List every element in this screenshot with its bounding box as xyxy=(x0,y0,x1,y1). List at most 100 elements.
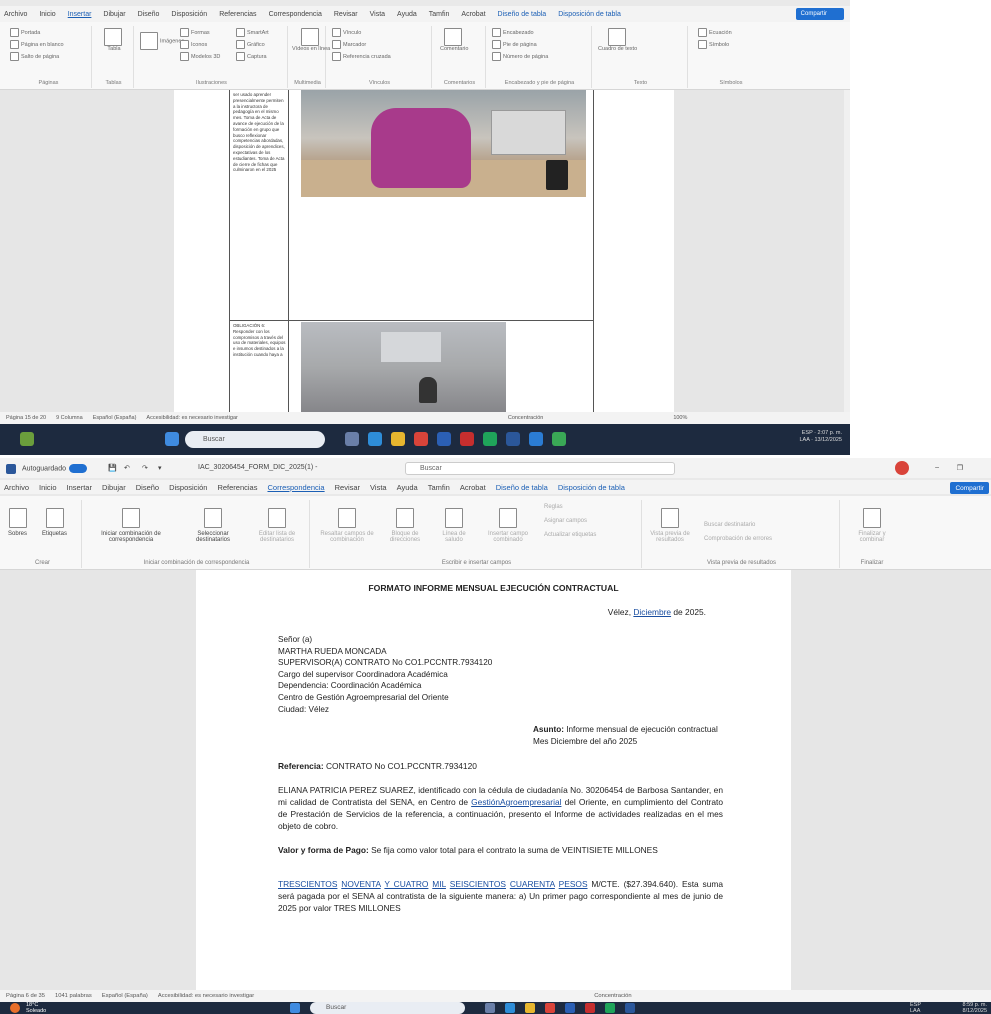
highlight-fields-button[interactable]: Resaltar campos de combinación xyxy=(316,508,378,543)
autosave[interactable]: Autoguardado xyxy=(22,464,90,473)
focus-mode[interactable]: Concentración xyxy=(594,993,631,999)
chrome-icon[interactable] xyxy=(545,1003,555,1013)
taskview-icon[interactable] xyxy=(345,432,359,446)
word-icon[interactable] xyxy=(506,432,520,446)
textbox-button[interactable]: Cuadro de texto xyxy=(598,28,637,52)
folder-icon[interactable] xyxy=(391,432,405,446)
status-page[interactable]: Página 15 de 20 xyxy=(6,415,46,421)
whatsapp-icon[interactable] xyxy=(483,432,497,446)
menu-dibujar[interactable]: Dibujar xyxy=(102,483,126,492)
menu-disposicion-tabla[interactable]: Disposición de tabla xyxy=(558,483,625,492)
store-icon[interactable] xyxy=(437,432,451,446)
edit-recipients-button[interactable]: Editar lista de destinatarios xyxy=(248,508,306,543)
status-language[interactable]: Español (España) xyxy=(93,415,137,421)
icons-button[interactable]: Iconos xyxy=(180,40,207,49)
undo-icon[interactable]: ↶ xyxy=(124,464,130,472)
find-recipient-button[interactable]: Buscar destinatario xyxy=(704,522,755,528)
title-search-input[interactable]: Buscar xyxy=(405,462,675,475)
select-recipients-button[interactable]: Seleccionar destinatarios xyxy=(182,508,244,543)
redo-icon[interactable]: ↷ xyxy=(142,464,148,472)
footer-button[interactable]: Pie de página xyxy=(492,40,537,49)
menu-diseno-tabla[interactable]: Diseño de tabla xyxy=(496,483,548,492)
menu-archivo[interactable]: Archivo xyxy=(4,11,27,18)
taskbar-search[interactable]: Buscar xyxy=(310,1002,465,1014)
menu-diseno[interactable]: Diseño xyxy=(138,11,160,18)
blank-page-button[interactable]: Página en blanco xyxy=(10,40,64,49)
menu-revisar[interactable]: Revisar xyxy=(335,483,360,492)
bookmark-button[interactable]: Marcador xyxy=(332,40,366,49)
document-page[interactable]: FORMATO INFORME MENSUAL EJECUCIÓN CONTRA… xyxy=(196,570,791,990)
taskbar-search[interactable]: Buscar xyxy=(185,431,325,448)
images-button[interactable]: Imágenes xyxy=(140,32,184,50)
status-accessibility[interactable]: Accesibilidad: es necesario investigar xyxy=(158,993,254,999)
menu-disposicion[interactable]: Disposición xyxy=(169,483,207,492)
share-button[interactable]: Compartir xyxy=(795,8,844,20)
menu-inicio[interactable]: Inicio xyxy=(39,11,55,18)
edge-icon[interactable] xyxy=(368,432,382,446)
minimize-icon[interactable]: – xyxy=(935,464,939,471)
status-language[interactable]: Español (España) xyxy=(102,993,148,999)
menu-referencias[interactable]: Referencias xyxy=(219,11,256,18)
menu-correspondencia[interactable]: Correspondencia xyxy=(269,11,322,18)
update-labels-button[interactable]: Actualizar etiquetas xyxy=(544,532,596,538)
focus-mode[interactable]: Concentración xyxy=(508,415,543,421)
save-icon[interactable]: 💾 xyxy=(108,464,117,472)
menu-archivo[interactable]: Archivo xyxy=(4,483,29,492)
menu-tamfin[interactable]: Tamfin xyxy=(428,483,450,492)
header-button[interactable]: Encabezado xyxy=(492,28,534,37)
word-icon[interactable] xyxy=(625,1003,635,1013)
cross-ref-button[interactable]: Referencia cruzada xyxy=(332,52,391,61)
labels-button[interactable]: Etiquetas xyxy=(42,508,67,537)
menu-vista[interactable]: Vista xyxy=(370,11,385,18)
weather-icon[interactable] xyxy=(10,1003,20,1013)
video-button[interactable]: Vídeos en línea xyxy=(292,28,330,52)
taskbar-clock[interactable]: 8:59 p. m. 8/12/2025 xyxy=(963,1002,987,1014)
edge-icon[interactable] xyxy=(505,1003,515,1013)
page-break-button[interactable]: Salto de página xyxy=(10,52,59,61)
menu-vista[interactable]: Vista xyxy=(370,483,387,492)
smartart-button[interactable]: SmartArt xyxy=(236,28,269,37)
outlook-icon[interactable] xyxy=(529,432,543,446)
comment-button[interactable]: Comentario xyxy=(440,28,468,52)
menu-tamfin[interactable]: Tamfin xyxy=(429,11,450,18)
status-page[interactable]: Página 6 de 35 xyxy=(6,993,45,999)
menu-diseno-tabla[interactable]: Diseño de tabla xyxy=(498,11,547,18)
link-button[interactable]: Vínculo xyxy=(332,28,361,37)
excel-icon[interactable] xyxy=(552,432,566,446)
greeting-line-button[interactable]: Línea de saludo xyxy=(434,508,474,543)
menu-dibujar[interactable]: Dibujar xyxy=(103,11,125,18)
menu-disposicion-tabla[interactable]: Disposición de tabla xyxy=(558,11,621,18)
menu-acrobat[interactable]: Acrobat xyxy=(460,483,486,492)
folder-icon[interactable] xyxy=(525,1003,535,1013)
page-number-button[interactable]: Número de página xyxy=(492,52,548,61)
taskview-icon[interactable] xyxy=(485,1003,495,1013)
shapes-button[interactable]: Formas xyxy=(180,28,210,37)
customize-icon[interactable]: ▾ xyxy=(158,464,162,472)
acrobat-icon[interactable] xyxy=(585,1003,595,1013)
menu-diseno[interactable]: Diseño xyxy=(136,483,159,492)
start-icon[interactable] xyxy=(165,432,179,446)
weather-icon[interactable] xyxy=(20,432,34,446)
portada-button[interactable]: Portada xyxy=(10,28,40,37)
match-fields-button[interactable]: Asignar campos xyxy=(544,518,587,524)
menu-acrobat[interactable]: Acrobat xyxy=(461,11,485,18)
address-block-button[interactable]: Bloque de direcciones xyxy=(380,508,430,543)
menu-insertar[interactable]: Insertar xyxy=(68,11,92,18)
whatsapp-icon[interactable] xyxy=(605,1003,615,1013)
language-indicator[interactable]: ESP LAA xyxy=(910,1002,921,1014)
finish-merge-button[interactable]: Finalizar y combinar xyxy=(848,508,896,543)
avatar[interactable] xyxy=(895,461,909,475)
check-errors-button[interactable]: Comprobación de errores xyxy=(704,536,772,542)
envelopes-button[interactable]: Sobres xyxy=(8,508,27,537)
rules-button[interactable]: Reglas xyxy=(544,504,563,510)
screenshot-button[interactable]: Captura xyxy=(236,52,267,61)
photo-classroom[interactable] xyxy=(301,322,506,412)
chrome-icon[interactable] xyxy=(414,432,428,446)
maximize-icon[interactable]: ❐ xyxy=(957,464,963,472)
taskbar-clock[interactable]: ESP · 2:07 p. m. LAA · 13/12/2025 xyxy=(799,430,842,444)
start-mail-merge-button[interactable]: Iniciar combinación de correspondencia xyxy=(88,508,174,543)
preview-results-button[interactable]: Vista previa de resultados xyxy=(648,508,692,543)
3d-models-button[interactable]: Modelos 3D xyxy=(180,52,220,61)
insert-merge-field-button[interactable]: Insertar campo combinado xyxy=(478,508,538,543)
share-button[interactable]: Compartir xyxy=(950,482,989,494)
